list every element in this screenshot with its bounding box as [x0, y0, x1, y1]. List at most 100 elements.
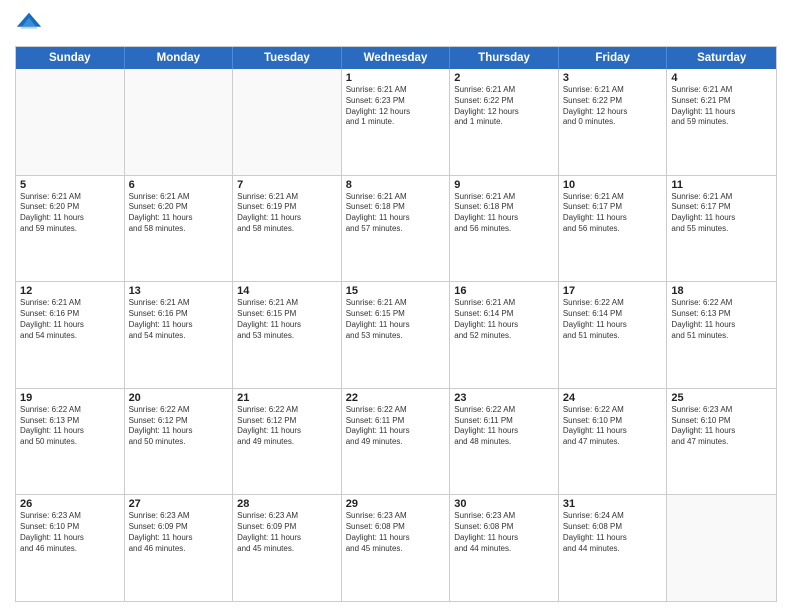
calendar-row-2: 12 Sunrise: 6:21 AM Sunset: 6:16 PM Dayli… [16, 281, 776, 388]
day-number: 29 [346, 498, 446, 510]
day-info: Sunrise: 6:21 AM Sunset: 6:22 PM Dayligh… [454, 85, 554, 128]
header [15, 10, 777, 38]
calendar-day-14: 14Sunrise: 6:21 AM Sunset: 6:15 PM Dayli… [233, 282, 342, 388]
day-number: 12 [20, 285, 120, 297]
weekday-header-wednesday: Wednesday [342, 47, 451, 69]
day-number: 2 [454, 72, 554, 84]
calendar-day-17: 17Sunrise: 6:22 AM Sunset: 6:14 PM Dayli… [559, 282, 668, 388]
day-info: Sunrise: 6:23 AM Sunset: 6:09 PM Dayligh… [237, 511, 337, 554]
calendar-row-1: 5 Sunrise: 6:21 AM Sunset: 6:20 PM Daylig… [16, 175, 776, 282]
day-info: Sunrise: 6:22 AM Sunset: 6:12 PM Dayligh… [237, 405, 337, 448]
calendar-day-11: 11Sunrise: 6:21 AM Sunset: 6:17 PM Dayli… [667, 176, 776, 282]
calendar-day-13: 13Sunrise: 6:21 AM Sunset: 6:16 PM Dayli… [125, 282, 234, 388]
day-info: Sunrise: 6:21 AM Sunset: 6:21 PM Dayligh… [671, 85, 772, 128]
calendar-day-1: 1Sunrise: 6:21 AM Sunset: 6:23 PM Daylig… [342, 69, 451, 175]
day-info: Sunrise: 6:22 AM Sunset: 6:12 PM Dayligh… [129, 405, 229, 448]
day-number: 20 [129, 392, 229, 404]
weekday-header-monday: Monday [125, 47, 234, 69]
calendar-day-29: 29Sunrise: 6:23 AM Sunset: 6:08 PM Dayli… [342, 495, 451, 601]
weekday-header-saturday: Saturday [667, 47, 776, 69]
day-number: 15 [346, 285, 446, 297]
day-number: 23 [454, 392, 554, 404]
day-number: 14 [237, 285, 337, 297]
logo-icon [15, 10, 43, 38]
day-info: Sunrise: 6:21 AM Sunset: 6:23 PM Dayligh… [346, 85, 446, 128]
calendar-day-26: 26Sunrise: 6:23 AM Sunset: 6:10 PM Dayli… [16, 495, 125, 601]
page: SundayMondayTuesdayWednesdayThursdayFrid… [0, 0, 792, 612]
calendar-day-8: 8Sunrise: 6:21 AM Sunset: 6:18 PM Daylig… [342, 176, 451, 282]
day-info: Sunrise: 6:22 AM Sunset: 6:11 PM Dayligh… [454, 405, 554, 448]
day-number: 25 [671, 392, 772, 404]
day-info: Sunrise: 6:21 AM Sunset: 6:15 PM Dayligh… [346, 298, 446, 341]
day-info: Sunrise: 6:21 AM Sunset: 6:18 PM Dayligh… [346, 192, 446, 235]
calendar-day-31: 31Sunrise: 6:24 AM Sunset: 6:08 PM Dayli… [559, 495, 668, 601]
calendar-day-9: 9Sunrise: 6:21 AM Sunset: 6:18 PM Daylig… [450, 176, 559, 282]
day-number: 24 [563, 392, 663, 404]
day-info: Sunrise: 6:21 AM Sunset: 6:15 PM Dayligh… [237, 298, 337, 341]
calendar-row-4: 26Sunrise: 6:23 AM Sunset: 6:10 PM Dayli… [16, 494, 776, 601]
day-info: Sunrise: 6:21 AM Sunset: 6:18 PM Dayligh… [454, 192, 554, 235]
calendar-day-5: 5Sunrise: 6:21 AM Sunset: 6:20 PM Daylig… [16, 176, 125, 282]
calendar-row-0: 1Sunrise: 6:21 AM Sunset: 6:23 PM Daylig… [16, 69, 776, 175]
calendar-day-28: 28Sunrise: 6:23 AM Sunset: 6:09 PM Dayli… [233, 495, 342, 601]
weekday-header-friday: Friday [559, 47, 668, 69]
day-info: Sunrise: 6:23 AM Sunset: 6:09 PM Dayligh… [129, 511, 229, 554]
day-info: Sunrise: 6:22 AM Sunset: 6:11 PM Dayligh… [346, 405, 446, 448]
day-info: Sunrise: 6:21 AM Sunset: 6:20 PM Dayligh… [129, 192, 229, 235]
day-number: 3 [563, 72, 663, 84]
calendar-day-7: 7Sunrise: 6:21 AM Sunset: 6:19 PM Daylig… [233, 176, 342, 282]
day-info: Sunrise: 6:24 AM Sunset: 6:08 PM Dayligh… [563, 511, 663, 554]
day-number: 5 [20, 179, 120, 191]
day-number: 27 [129, 498, 229, 510]
calendar-day-24: 24Sunrise: 6:22 AM Sunset: 6:10 PM Dayli… [559, 389, 668, 495]
calendar-day-22: 22Sunrise: 6:22 AM Sunset: 6:11 PM Dayli… [342, 389, 451, 495]
calendar-header: SundayMondayTuesdayWednesdayThursdayFrid… [16, 47, 776, 69]
day-number: 19 [20, 392, 120, 404]
calendar-day-18: 18Sunrise: 6:22 AM Sunset: 6:13 PM Dayli… [667, 282, 776, 388]
calendar-day-6: 6Sunrise: 6:21 AM Sunset: 6:20 PM Daylig… [125, 176, 234, 282]
day-info: Sunrise: 6:22 AM Sunset: 6:14 PM Dayligh… [563, 298, 663, 341]
weekday-header-tuesday: Tuesday [233, 47, 342, 69]
day-info: Sunrise: 6:21 AM Sunset: 6:17 PM Dayligh… [671, 192, 772, 235]
day-info: Sunrise: 6:21 AM Sunset: 6:17 PM Dayligh… [563, 192, 663, 235]
day-info: Sunrise: 6:23 AM Sunset: 6:08 PM Dayligh… [454, 511, 554, 554]
calendar-day-10: 10Sunrise: 6:21 AM Sunset: 6:17 PM Dayli… [559, 176, 668, 282]
logo [15, 10, 47, 38]
calendar-day-3: 3Sunrise: 6:21 AM Sunset: 6:22 PM Daylig… [559, 69, 668, 175]
calendar-day-27: 27Sunrise: 6:23 AM Sunset: 6:09 PM Dayli… [125, 495, 234, 601]
calendar-day-16: 16Sunrise: 6:21 AM Sunset: 6:14 PM Dayli… [450, 282, 559, 388]
day-number: 10 [563, 179, 663, 191]
day-number: 30 [454, 498, 554, 510]
calendar-day-25: 25Sunrise: 6:23 AM Sunset: 6:10 PM Dayli… [667, 389, 776, 495]
day-number: 13 [129, 285, 229, 297]
day-info: Sunrise: 6:23 AM Sunset: 6:08 PM Dayligh… [346, 511, 446, 554]
calendar-empty-cell [125, 69, 234, 175]
calendar-empty-cell [16, 69, 125, 175]
calendar-day-15: 15Sunrise: 6:21 AM Sunset: 6:15 PM Dayli… [342, 282, 451, 388]
day-number: 1 [346, 72, 446, 84]
calendar: SundayMondayTuesdayWednesdayThursdayFrid… [15, 46, 777, 602]
day-info: Sunrise: 6:21 AM Sunset: 6:16 PM Dayligh… [129, 298, 229, 341]
calendar-row-3: 19Sunrise: 6:22 AM Sunset: 6:13 PM Dayli… [16, 388, 776, 495]
calendar-day-21: 21Sunrise: 6:22 AM Sunset: 6:12 PM Dayli… [233, 389, 342, 495]
day-info: Sunrise: 6:23 AM Sunset: 6:10 PM Dayligh… [671, 405, 772, 448]
day-number: 31 [563, 498, 663, 510]
day-info: Sunrise: 6:21 AM Sunset: 6:14 PM Dayligh… [454, 298, 554, 341]
day-number: 8 [346, 179, 446, 191]
calendar-day-19: 19Sunrise: 6:22 AM Sunset: 6:13 PM Dayli… [16, 389, 125, 495]
calendar-day-30: 30Sunrise: 6:23 AM Sunset: 6:08 PM Dayli… [450, 495, 559, 601]
day-info: Sunrise: 6:22 AM Sunset: 6:13 PM Dayligh… [20, 405, 120, 448]
calendar-body: 1Sunrise: 6:21 AM Sunset: 6:23 PM Daylig… [16, 69, 776, 601]
calendar-day-23: 23Sunrise: 6:22 AM Sunset: 6:11 PM Dayli… [450, 389, 559, 495]
calendar-empty-cell [667, 495, 776, 601]
day-info: Sunrise: 6:21 AM Sunset: 6:19 PM Dayligh… [237, 192, 337, 235]
calendar-empty-cell [233, 69, 342, 175]
day-number: 18 [671, 285, 772, 297]
day-info: Sunrise: 6:22 AM Sunset: 6:10 PM Dayligh… [563, 405, 663, 448]
day-number: 7 [237, 179, 337, 191]
day-info: Sunrise: 6:21 AM Sunset: 6:22 PM Dayligh… [563, 85, 663, 128]
day-number: 26 [20, 498, 120, 510]
weekday-header-thursday: Thursday [450, 47, 559, 69]
day-number: 21 [237, 392, 337, 404]
weekday-header-sunday: Sunday [16, 47, 125, 69]
